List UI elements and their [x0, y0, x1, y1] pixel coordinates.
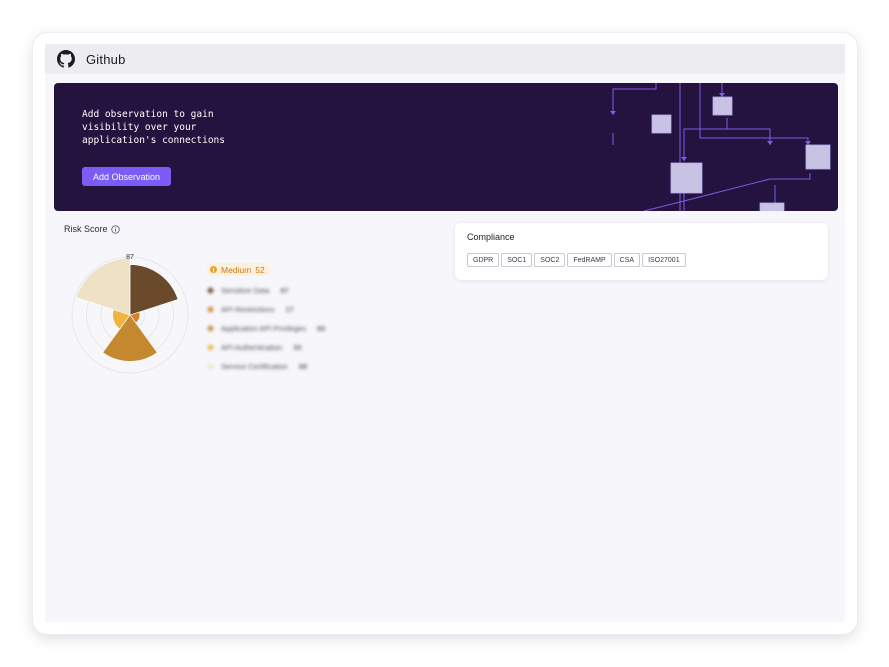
legend-swatch [206, 324, 215, 333]
legend-label: API Authentication [221, 343, 283, 352]
legend-swatch [206, 362, 215, 371]
risk-legend-item: API Authentication 30 [206, 341, 406, 354]
risk-level: Medium [221, 264, 252, 275]
legend-label: Sensitive Data [221, 286, 270, 295]
risk-score-label: Risk Score [64, 224, 120, 234]
observation-banner: Add observation to gain visibility over … [54, 83, 838, 211]
app-content: Github Add observation to gain visibilit… [45, 44, 845, 622]
github-icon [57, 50, 75, 68]
info-icon[interactable] [110, 224, 120, 234]
compliance-card: Compliance GDPR SOC1 SOC2 FedRAMP CSA IS… [455, 223, 828, 280]
legend-swatch [206, 343, 215, 352]
risk-legend-item: API Restrictions 17 [206, 303, 406, 316]
risk-legend-item: Sensitive Data 87 [206, 284, 406, 297]
legend-label: Application API Privileges [221, 324, 307, 333]
risk-polar-chart: 87 [71, 254, 189, 374]
risk-score-panel: Risk Score 87 Medium 52 Sensitive Data 87… [64, 224, 464, 384]
legend-label: Service Certification [221, 362, 288, 371]
compliance-tag-iso27001: ISO27001 [642, 253, 686, 267]
compliance-tag-csa: CSA [613, 253, 641, 267]
compliance-tag-soc2: SOC2 [534, 253, 566, 267]
alert-icon [210, 266, 217, 273]
risk-score-value: 52 [255, 264, 265, 275]
chart-slice[interactable] [102, 314, 158, 362]
legend-value: 98 [298, 362, 308, 371]
risk-legend: Medium 52 Sensitive Data 87 API Restrictio… [206, 260, 406, 373]
connection-graph-illustration [610, 83, 831, 211]
legend-value: 30 [293, 343, 302, 352]
risk-legend-item: Application API Privileges 80 [206, 322, 406, 335]
legend-value: 80 [317, 324, 326, 333]
compliance-title: Compliance [467, 232, 515, 242]
add-observation-button[interactable]: Add Observation [82, 167, 171, 186]
legend-label: API Restrictions [221, 305, 275, 314]
legend-swatch [206, 286, 215, 295]
legend-swatch [206, 305, 215, 314]
legend-value: 17 [285, 305, 294, 314]
compliance-tag-fedramp: FedRAMP [567, 253, 612, 267]
compliance-tags: GDPR SOC1 SOC2 FedRAMP CSA ISO27001 [467, 253, 686, 267]
app-title: Github [86, 51, 126, 67]
legend-value: 87 [280, 286, 289, 295]
chart-slice[interactable] [129, 264, 179, 316]
compliance-tag-gdpr: GDPR [467, 253, 500, 267]
risk-level-badge: Medium 52 [206, 263, 270, 276]
chart-slice[interactable] [75, 257, 131, 316]
compliance-tag-soc1: SOC1 [501, 253, 533, 267]
chart-max-label: 87 [126, 254, 134, 261]
banner-message: Add observation to gain visibility over … [82, 109, 225, 146]
app-header: Github [45, 44, 845, 74]
risk-legend-item: Service Certification 98 [206, 360, 406, 373]
